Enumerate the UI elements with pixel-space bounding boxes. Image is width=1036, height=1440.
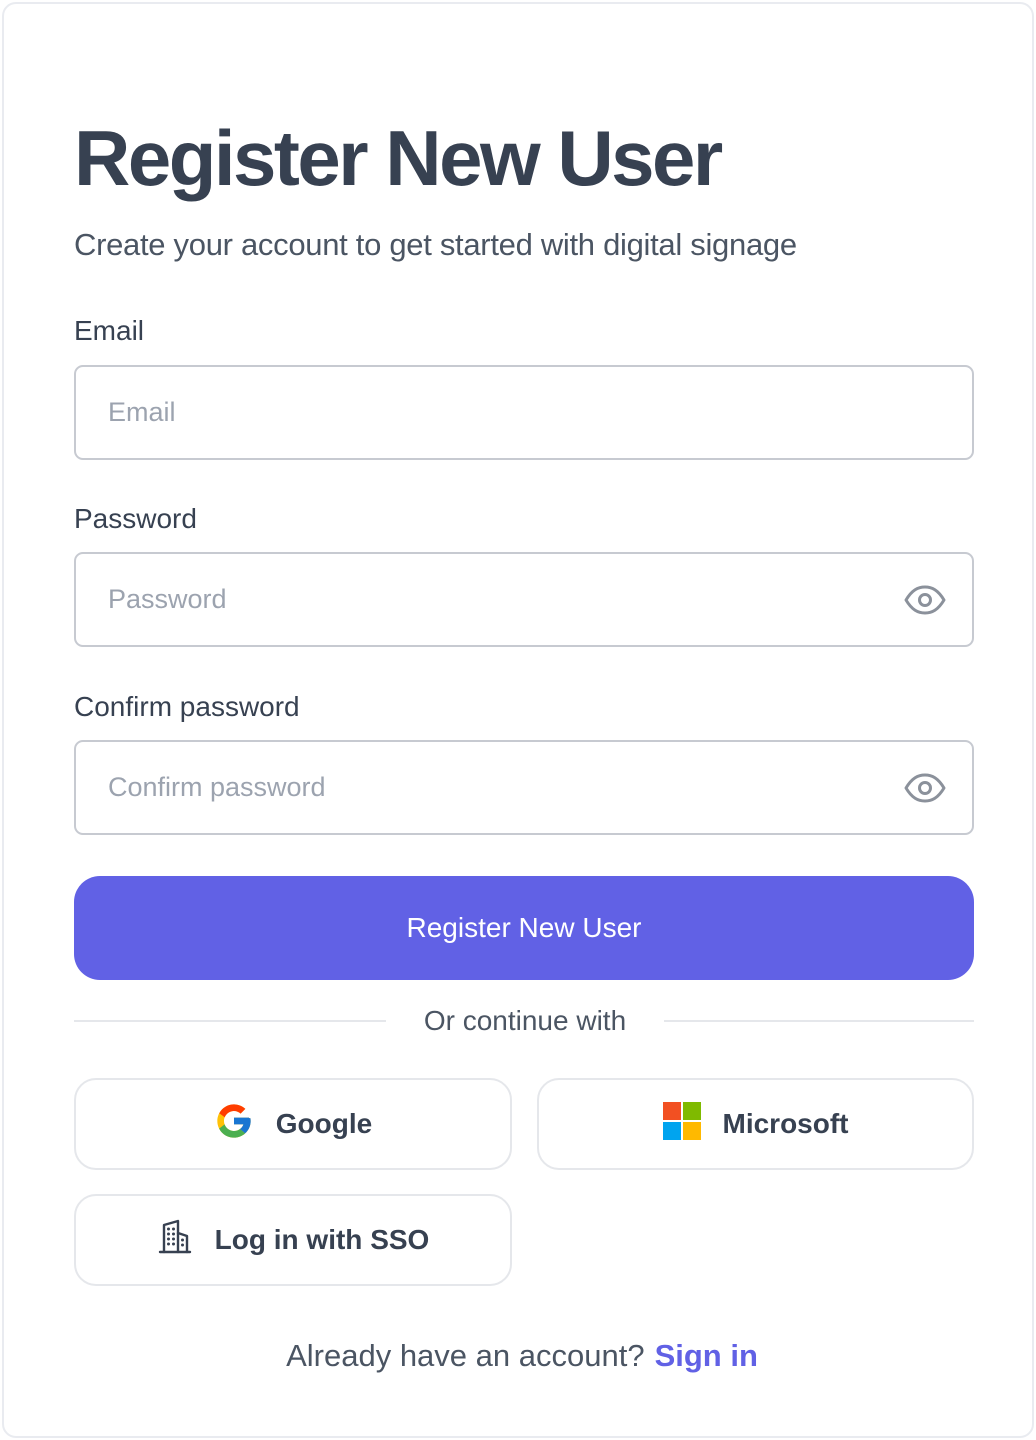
google-login-button[interactable]: Google <box>74 1078 512 1170</box>
eye-icon[interactable] <box>904 582 946 618</box>
password-field[interactable] <box>76 554 972 645</box>
register-card: Register New User Create your account to… <box>2 2 1034 1438</box>
confirm-password-label: Confirm password <box>74 691 300 722</box>
confirm-password-field-wrapper <box>74 740 974 835</box>
email-label: Email <box>74 315 145 346</box>
google-login-label: Google <box>275 1108 373 1139</box>
divider-line-left <box>74 1020 386 1022</box>
page-subtitle: Create your account to get started with … <box>74 227 797 262</box>
password-label: Password <box>74 503 197 534</box>
sso-login-label: Log in with SSO <box>214 1224 430 1255</box>
divider-line-right <box>664 1020 974 1022</box>
building-icon <box>157 1219 193 1262</box>
signin-prompt: Already have an account? Sign in <box>4 1336 1036 1376</box>
email-field-wrapper <box>74 365 974 460</box>
eye-icon[interactable] <box>904 770 946 806</box>
microsoft-logo-icon <box>662 1101 701 1147</box>
signin-link[interactable]: Sign in <box>655 1338 758 1373</box>
google-logo-icon <box>214 1101 254 1148</box>
sso-login-button[interactable]: Log in with SSO <box>74 1194 512 1286</box>
password-field-wrapper <box>74 552 974 647</box>
microsoft-login-button[interactable]: Microsoft <box>537 1078 974 1170</box>
email-field[interactable] <box>76 367 972 458</box>
microsoft-login-label: Microsoft <box>722 1108 849 1139</box>
divider-text: Or continue with <box>423 1005 627 1036</box>
confirm-password-field[interactable] <box>76 742 972 833</box>
page-title: Register New User <box>74 114 723 202</box>
signin-prompt-text: Already have an account? <box>286 1338 645 1373</box>
register-button[interactable]: Register New User <box>74 876 974 980</box>
